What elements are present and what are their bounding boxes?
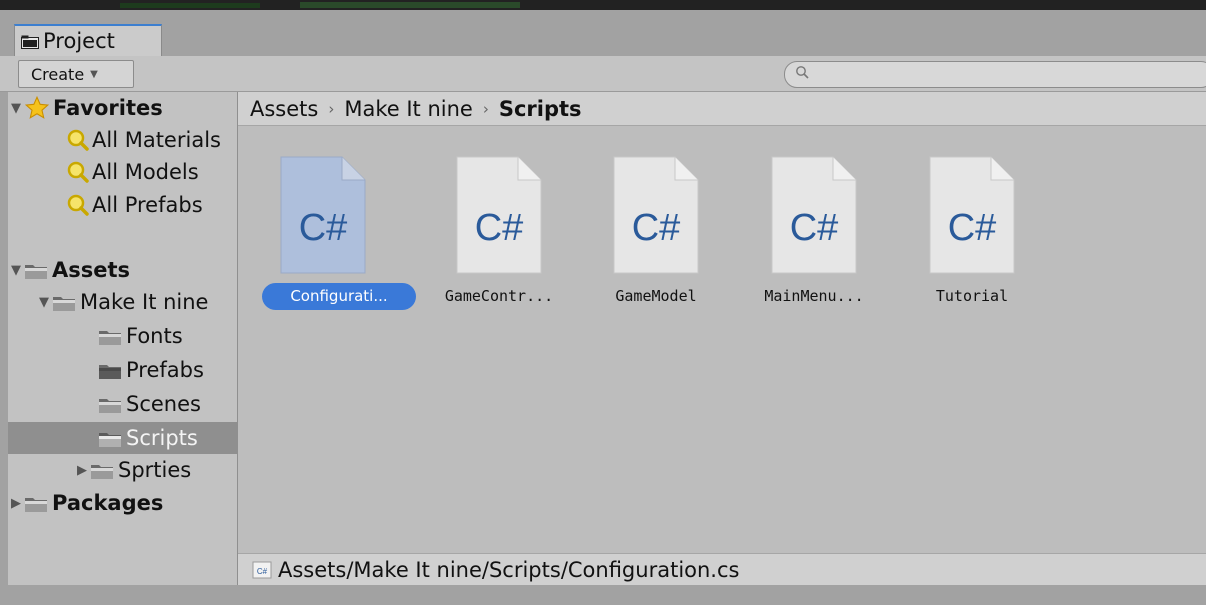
asset-browser: Assets › Make It nine › Scripts C# Confi…	[238, 92, 1206, 585]
tree-label: Scenes	[126, 392, 201, 416]
tree-label: Make It nine	[80, 290, 209, 314]
tree-item-all-models[interactable]: All Models	[8, 156, 237, 188]
tree-label: Assets	[52, 258, 131, 282]
tab-project[interactable]: Project	[14, 24, 162, 56]
tree-label: Fonts	[126, 324, 183, 348]
csharp-script-icon: C#	[280, 156, 366, 274]
asset-item[interactable]: C# MainMenu...	[749, 156, 879, 316]
breadcrumb-item[interactable]: Make It nine	[344, 97, 472, 121]
icon-text: C#	[475, 207, 524, 249]
csharp-script-icon: C#	[456, 156, 542, 274]
magnifier-icon	[67, 129, 89, 151]
breadcrumb: Assets › Make It nine › Scripts	[238, 92, 1206, 126]
csharp-script-icon: C#	[771, 156, 857, 274]
icon-text: C#	[632, 207, 681, 249]
project-toolbar: Create ▼	[0, 56, 1206, 92]
tree-assets[interactable]: ▼ Assets	[8, 254, 237, 286]
asset-item[interactable]: C# Configurati...	[258, 156, 416, 316]
search-input[interactable]	[813, 64, 1197, 87]
tree-favorites[interactable]: ▼ Favorites	[8, 92, 237, 124]
tab-bar: Project	[0, 10, 1206, 56]
search-icon	[796, 66, 809, 79]
folder-icon	[99, 399, 121, 413]
search-field[interactable]	[784, 61, 1206, 88]
asset-label: MainMenu...	[764, 287, 864, 305]
folder-icon	[21, 35, 39, 49]
tree-item-all-prefabs[interactable]: All Prefabs	[8, 189, 237, 221]
breadcrumb-item[interactable]: Assets	[250, 97, 318, 121]
csharp-script-icon: C#	[252, 561, 272, 578]
svg-text:C#: C#	[257, 567, 268, 576]
selected-path: Assets/Make It nine/Scripts/Configuratio…	[278, 557, 740, 582]
folder-icon	[25, 498, 47, 512]
asset-label: GameContr...	[444, 287, 554, 305]
tree-label: Packages	[52, 491, 164, 515]
folder-icon	[91, 465, 113, 479]
breadcrumb-separator-icon: ›	[482, 99, 489, 118]
tab-label: Project	[43, 29, 115, 53]
scene-view-fragment	[120, 3, 260, 8]
selected-path-bar: C# Assets/Make It nine/Scripts/Configura…	[238, 553, 1206, 585]
tree-folder-scenes[interactable]: Scenes	[8, 388, 237, 420]
breadcrumb-separator-icon: ›	[328, 99, 335, 118]
tree-label: All Models	[92, 160, 199, 184]
editor-top-strip	[0, 0, 1206, 10]
folder-icon	[25, 265, 47, 279]
tree-label: Scripts	[126, 426, 198, 450]
csharp-script-icon: C#	[613, 156, 699, 274]
tree-label: Prefabs	[126, 358, 204, 382]
tree-folder-scripts[interactable]: Scripts	[8, 422, 237, 454]
asset-item[interactable]: C# GameModel	[591, 156, 721, 316]
expand-arrow-icon[interactable]: ▶	[8, 496, 24, 511]
tree-label: All Prefabs	[92, 193, 203, 217]
tree-packages[interactable]: ▶ Packages	[8, 487, 237, 519]
csharp-script-icon: C#	[929, 156, 1015, 274]
create-dropdown-button[interactable]: Create ▼	[18, 60, 134, 88]
tree-make-it-nine[interactable]: ▼ Make It nine	[8, 286, 237, 318]
tree-folder-prefabs[interactable]: Prefabs	[8, 354, 237, 386]
asset-label: GameModel	[615, 287, 697, 305]
icon-text: C#	[299, 207, 348, 249]
dropdown-caret-icon: ▼	[90, 68, 98, 80]
expand-arrow-icon[interactable]: ▼	[36, 295, 52, 310]
folder-icon	[99, 433, 121, 447]
folder-tree: ▼ Favorites All Materials All Models All…	[8, 92, 238, 585]
magnifier-icon	[67, 194, 89, 216]
icon-text: C#	[948, 207, 997, 249]
create-label: Create	[31, 64, 85, 84]
bottom-strip	[0, 585, 1206, 605]
tree-item-all-materials[interactable]: All Materials	[8, 124, 237, 156]
expand-arrow-icon[interactable]: ▶	[74, 463, 90, 478]
star-icon	[24, 95, 50, 119]
asset-item[interactable]: C# GameContr...	[434, 156, 564, 316]
asset-label: Configurati...	[262, 283, 416, 310]
folder-icon	[99, 365, 121, 379]
breadcrumb-current[interactable]: Scripts	[499, 97, 582, 121]
asset-label: Tutorial	[935, 287, 1009, 305]
tree-folder-sprties[interactable]: ▶ Sprties	[8, 454, 237, 486]
magnifier-icon	[67, 161, 89, 183]
asset-item[interactable]: C# Tutorial	[907, 156, 1037, 316]
tree-folder-fonts[interactable]: Fonts	[8, 320, 237, 352]
icon-text: C#	[790, 207, 839, 249]
scene-view-fragment	[300, 2, 520, 8]
tree-label: Sprties	[118, 458, 192, 482]
folder-icon	[53, 297, 75, 311]
tree-label: All Materials	[92, 128, 221, 152]
tree-label: Favorites	[53, 96, 163, 120]
expand-arrow-icon[interactable]: ▼	[8, 263, 24, 278]
expand-arrow-icon[interactable]: ▼	[8, 101, 24, 116]
folder-icon	[99, 331, 121, 345]
